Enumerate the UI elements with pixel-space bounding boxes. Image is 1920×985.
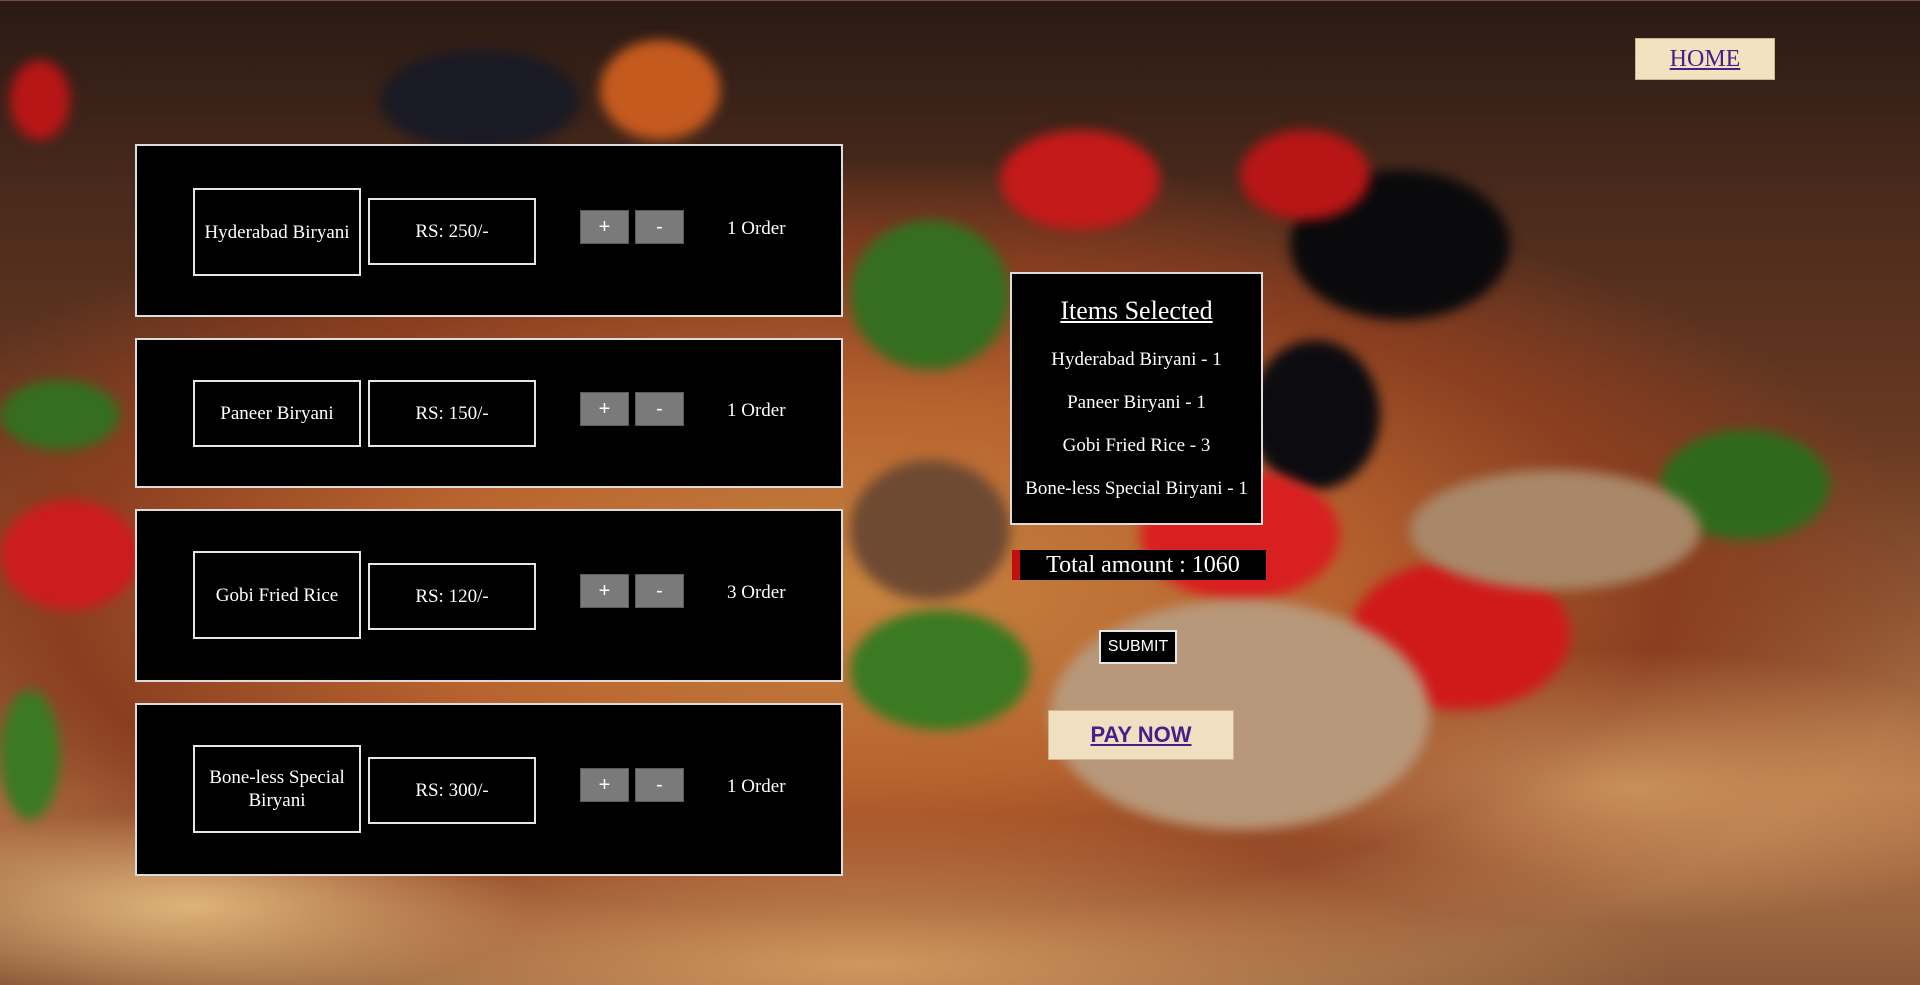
home-link[interactable]: HOME [1635, 38, 1775, 80]
selected-items-list: Hyderabad Biryani - 1 Paneer Biryani - 1… [1012, 338, 1261, 510]
item-name: Paneer Biryani [193, 380, 361, 447]
menu-item-card: Paneer Biryani RS: 150/- + - 1 Order [135, 338, 843, 488]
decrease-quantity-button[interactable]: - [635, 768, 684, 802]
items-selected-panel: Items Selected Hyderabad Biryani - 1 Pan… [1010, 272, 1263, 525]
menu-item-card: Gobi Fried Rice RS: 120/- + - 3 Order [135, 509, 843, 682]
item-price: RS: 250/- [368, 198, 536, 265]
decrease-quantity-button[interactable]: - [635, 392, 684, 426]
item-price: RS: 120/- [368, 563, 536, 630]
top-border-line [0, 0, 1920, 1]
broccoli-shape [0, 380, 120, 450]
olive-shape [380, 50, 580, 150]
order-count: 3 Order [727, 582, 786, 603]
mushroom-shape [1410, 470, 1700, 590]
order-count: 1 Order [727, 218, 786, 239]
mushroom-shape [850, 460, 1010, 600]
broccoli-shape [850, 220, 1010, 370]
increase-quantity-button[interactable]: + [580, 392, 629, 426]
tomato-shape [1240, 130, 1370, 220]
menu-item-card: Bone-less Special Biryani RS: 300/- + - … [135, 703, 843, 876]
order-count: 1 Order [727, 776, 786, 797]
increase-quantity-button[interactable]: + [580, 768, 629, 802]
increase-quantity-button[interactable]: + [580, 210, 629, 244]
item-name: Hyderabad Biryani [193, 188, 361, 276]
item-price: RS: 150/- [368, 380, 536, 447]
selected-item: Bone-less Special Biryani - 1 [1025, 478, 1248, 499]
decrease-quantity-button[interactable]: - [635, 210, 684, 244]
item-name: Gobi Fried Rice [193, 551, 361, 639]
pepper-shape [600, 40, 720, 140]
pay-now-button[interactable]: PAY NOW [1048, 710, 1234, 760]
total-amount: Total amount : 1060 [1012, 550, 1266, 580]
broccoli-shape [850, 610, 1030, 730]
olive-shape [1250, 340, 1380, 490]
menu-item-card: Hyderabad Biryani RS: 250/- + - 1 Order [135, 144, 843, 317]
tomato-shape [1000, 130, 1160, 230]
selected-item: Hyderabad Biryani - 1 [1051, 349, 1222, 370]
tomato-shape [0, 500, 140, 610]
summary-title: Items Selected [1060, 296, 1213, 325]
item-name: Bone-less Special Biryani [193, 745, 361, 833]
tomato-shape [10, 60, 70, 140]
selected-item: Gobi Fried Rice - 3 [1062, 435, 1211, 456]
submit-button[interactable]: SUBMIT [1099, 630, 1177, 664]
order-count: 1 Order [727, 400, 786, 421]
selected-item: Paneer Biryani - 1 [1067, 392, 1206, 413]
decrease-quantity-button[interactable]: - [635, 574, 684, 608]
increase-quantity-button[interactable]: + [580, 574, 629, 608]
broccoli-shape [0, 690, 60, 820]
item-price: RS: 300/- [368, 757, 536, 824]
